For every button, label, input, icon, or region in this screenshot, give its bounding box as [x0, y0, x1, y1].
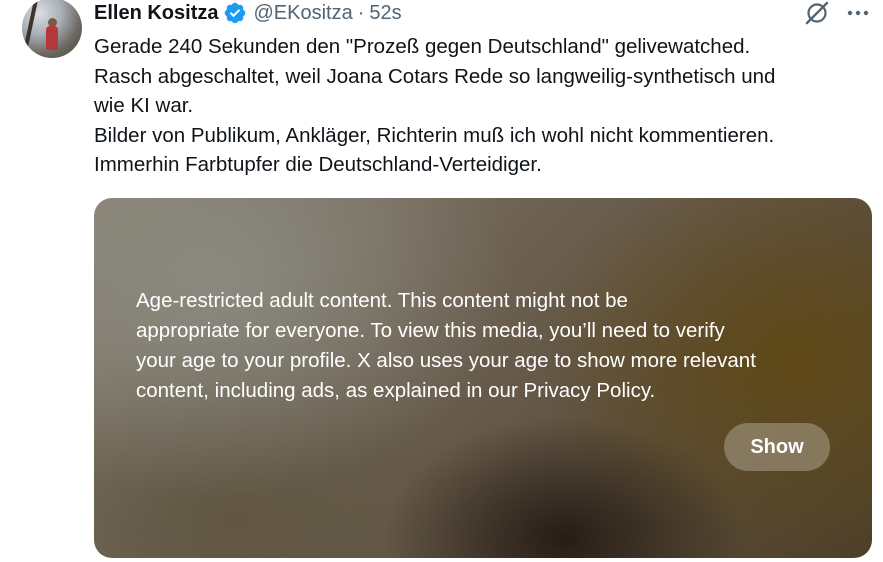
notice-line: content, including ads, as explained in … — [136, 379, 656, 402]
avatar-person-body — [46, 26, 58, 50]
more-icon[interactable] — [844, 0, 872, 26]
tweet-text-line: Rasch abgeschaltet, weil Joana Cotars Re… — [94, 64, 776, 88]
tweet[interactable]: Ellen Kositza @EKositza · 52s Gerade 240… — [0, 0, 883, 562]
tweet-text-line: Immerhin Farbtupfer die Deutschland-Vert… — [94, 153, 542, 176]
tweet-timestamp[interactable]: 52s — [369, 2, 401, 25]
grok-icon[interactable] — [804, 0, 830, 26]
tweet-text: Gerade 240 Sekunden den "Prozeß gegen De… — [94, 32, 874, 180]
notice-line: appropriate for everyone. To view this m… — [136, 319, 725, 342]
age-restricted-media: Age-restricted adult content. This conte… — [94, 198, 872, 558]
tweet-text-line: Bilder von Publikum, Ankläger, Richterin… — [94, 123, 775, 147]
author-name[interactable]: Ellen Kositza — [94, 2, 218, 25]
verified-badge-icon[interactable] — [223, 1, 247, 25]
tweet-header: Ellen Kositza @EKositza · 52s — [94, 0, 402, 26]
avatar-tree — [22, 0, 39, 58]
header-separator: · — [357, 1, 365, 24]
author-handle[interactable]: @EKositza — [253, 2, 352, 25]
tweet-text-line: wie KI war. — [94, 94, 194, 117]
tweet-text-line: Gerade 240 Sekunden den "Prozeß gegen De… — [94, 35, 751, 58]
avatar[interactable] — [22, 0, 82, 58]
notice-line: your age to your profile. X also uses yo… — [136, 349, 756, 372]
age-restriction-notice: Age-restricted adult content. This conte… — [136, 286, 836, 406]
show-media-button[interactable]: Show — [724, 423, 830, 471]
notice-line: Age-restricted adult content. This conte… — [136, 289, 628, 312]
